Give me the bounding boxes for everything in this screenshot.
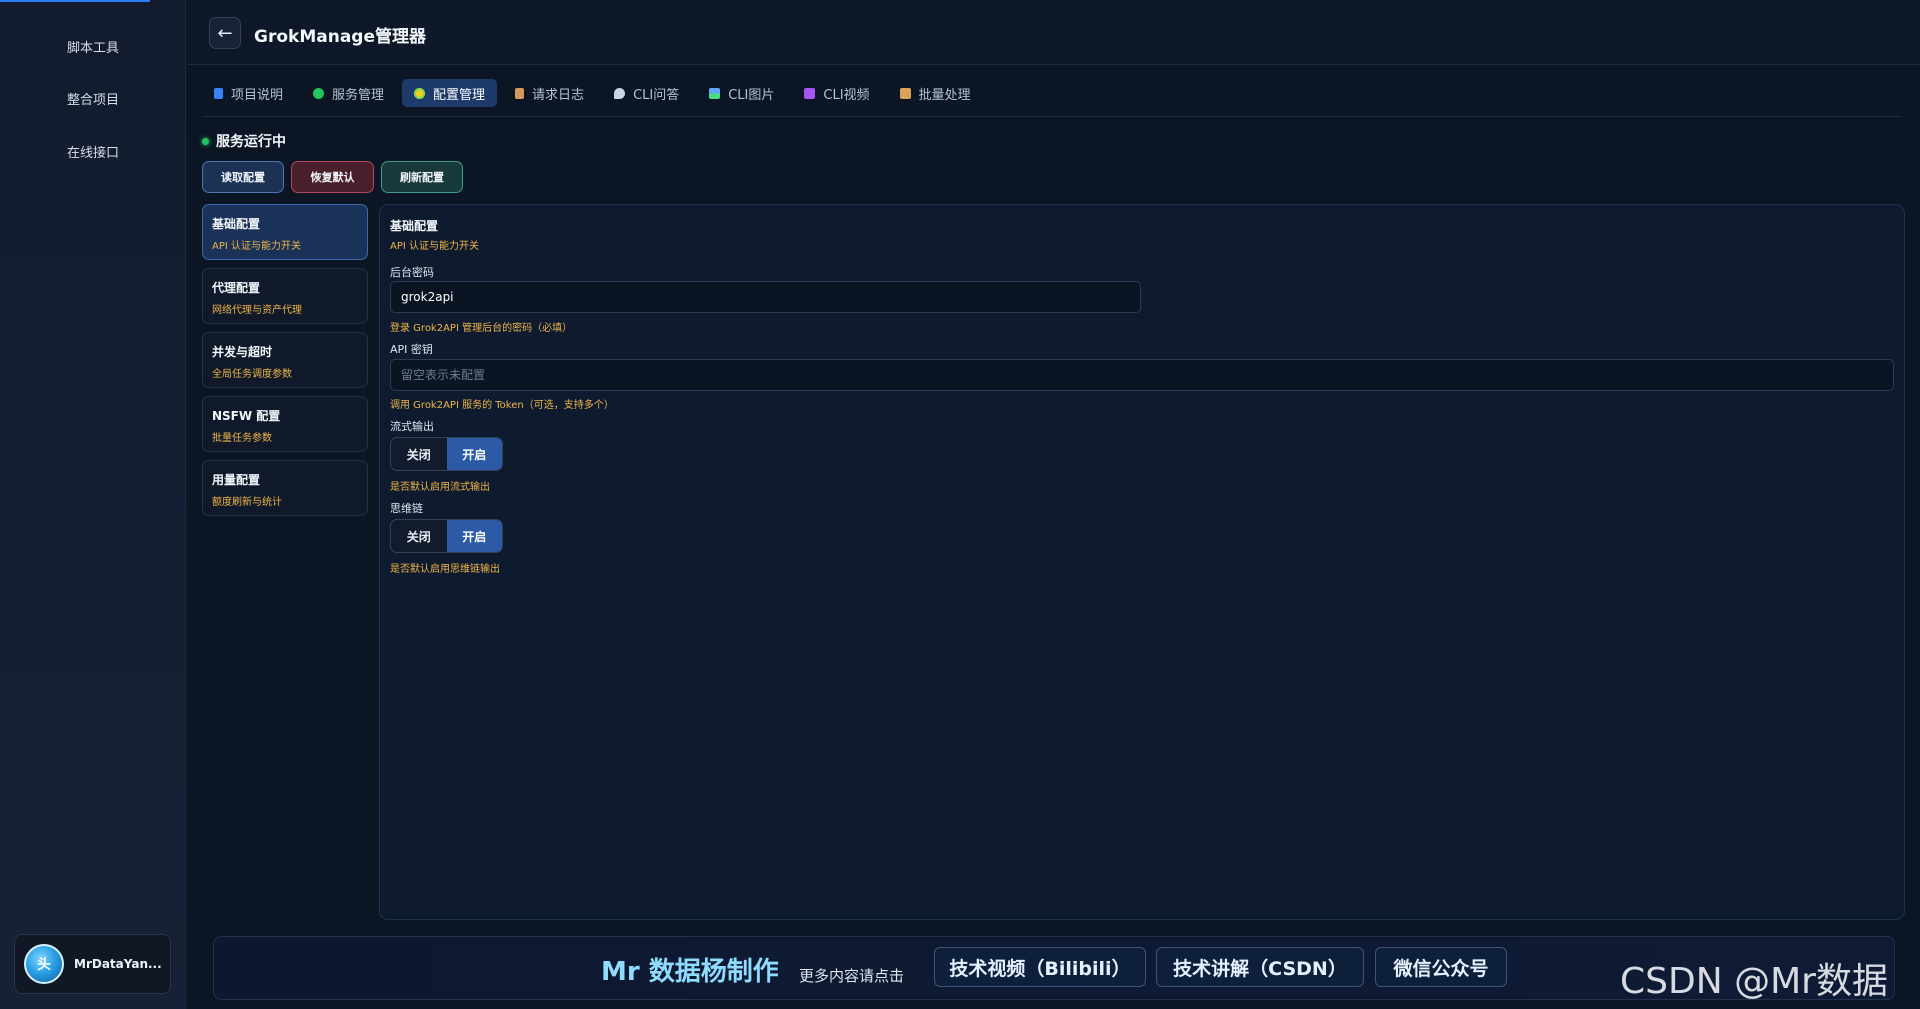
wechat-link-button[interactable]: 微信公众号 (1375, 947, 1507, 987)
avatar: 头 (24, 944, 64, 984)
tabs-divider (202, 116, 1902, 117)
config-nav-subtitle: 额度刷新与统计 (212, 497, 282, 508)
sidebar-accent-line (0, 0, 150, 2)
tab-label: CLI视频 (823, 87, 870, 103)
image-icon (709, 87, 721, 99)
panel-subtitle: API 认证与能力开关 (390, 241, 479, 252)
status-text: 服务运行中 (216, 134, 286, 150)
config-nav-nsfw[interactable]: NSFW 配置 批量任务参数 (202, 396, 368, 452)
stream-off-option[interactable]: 关闭 (391, 438, 447, 470)
tab-cli-qa[interactable]: CLI问答 (602, 79, 691, 107)
tab-label: 请求日志 (532, 87, 585, 103)
api-key-label: API 密钥 (390, 343, 433, 356)
service-status: 服务运行中 (202, 131, 286, 151)
config-nav-subtitle: API 认证与能力开关 (212, 241, 301, 252)
sidebar-item-script-tools[interactable]: 脚本工具 (0, 37, 186, 56)
tab-label: 配置管理 (433, 87, 486, 103)
tab-cli-video[interactable]: CLI视频 (792, 79, 881, 107)
book-icon (214, 87, 223, 99)
back-button[interactable]: ← (209, 17, 241, 49)
config-nav-subtitle: 网络代理与资产代理 (212, 305, 302, 316)
tab-bar: 项目说明 服务管理 配置管理 请求日志 CLI问答 CLI图片 CLI视频 批量… (202, 78, 989, 108)
csdn-link-button[interactable]: 技术讲解（CSDN） (1156, 947, 1364, 987)
thinking-toggle: 关闭 开启 (390, 519, 503, 553)
user-name: MrDataYan... (74, 957, 162, 971)
bilibili-link-button[interactable]: 技术视频（Bilibili） (934, 947, 1146, 987)
config-nav-title: 用量配置 (212, 473, 261, 487)
tab-project-intro[interactable]: 项目说明 (202, 79, 295, 107)
circle-icon (313, 87, 325, 99)
header: ← GrokManage管理器 (187, 0, 1920, 65)
config-nav-subtitle: 全局任务调度参数 (212, 369, 292, 380)
tab-batch-processing[interactable]: 批量处理 (888, 79, 983, 107)
tab-label: CLI图片 (728, 87, 775, 103)
api-key-hint: 调用 Grok2API 服务的 Token（可选，支持多个） (390, 400, 614, 411)
thinking-label: 思维链 (390, 502, 423, 515)
scroll-icon (515, 87, 525, 99)
status-dot-icon (202, 137, 209, 145)
gear-icon (414, 87, 426, 99)
arrow-left-icon: ← (217, 22, 233, 44)
user-card[interactable]: 头 MrDataYan... (14, 934, 171, 994)
api-key-field[interactable] (390, 359, 1894, 391)
config-nav-proxy[interactable]: 代理配置 网络代理与资产代理 (202, 268, 368, 324)
tab-config-management[interactable]: 配置管理 (402, 79, 498, 107)
thinking-hint: 是否默认启用思维链输出 (390, 564, 500, 575)
banner-title: Mr 数据杨制作 (601, 957, 779, 987)
tab-request-log[interactable]: 请求日志 (503, 79, 596, 107)
tab-label: 批量处理 (918, 87, 971, 103)
config-nav-title: 并发与超时 (212, 345, 273, 359)
tab-cli-image[interactable]: CLI图片 (697, 79, 786, 107)
tab-label: CLI问答 (633, 87, 680, 103)
panel-title: 基础配置 (390, 219, 439, 233)
config-nav-usage[interactable]: 用量配置 额度刷新与统计 (202, 460, 368, 516)
config-nav-title: 代理配置 (212, 281, 261, 295)
thinking-off-option[interactable]: 关闭 (391, 520, 447, 552)
film-icon (804, 87, 816, 99)
admin-password-label: 后台密码 (390, 266, 434, 279)
sidebar: 脚本工具 整合项目 在线接口 头 MrDataYan... (0, 0, 186, 1009)
page-title: GrokManage管理器 (254, 27, 426, 47)
config-nav-title: 基础配置 (212, 217, 261, 231)
chat-bubble-icon (614, 87, 626, 99)
refresh-config-button[interactable]: 刷新配置 (381, 161, 463, 193)
read-config-button[interactable]: 读取配置 (202, 161, 284, 193)
banner-more-text: 更多内容请点击 (799, 967, 905, 985)
tab-service-management[interactable]: 服务管理 (301, 79, 396, 107)
reset-default-button[interactable]: 恢复默认 (291, 161, 374, 193)
config-panel: 基础配置 API 认证与能力开关 后台密码 登录 Grok2API 管理后台的密… (379, 204, 1905, 920)
thinking-on-option[interactable]: 开启 (446, 520, 502, 552)
stream-hint: 是否默认启用流式输出 (390, 482, 490, 493)
watermark: CSDN @Mr数据杨 (1620, 961, 1888, 1002)
stream-on-option[interactable]: 开启 (446, 438, 502, 470)
tab-label: 项目说明 (231, 87, 284, 103)
sidebar-item-integrated-projects[interactable]: 整合项目 (0, 89, 186, 108)
config-nav-basic[interactable]: 基础配置 API 认证与能力开关 (202, 204, 368, 260)
config-nav-title: NSFW 配置 (212, 409, 281, 423)
config-nav-subtitle: 批量任务参数 (212, 433, 272, 444)
stream-label: 流式输出 (390, 420, 434, 433)
config-nav-concurrency[interactable]: 并发与超时 全局任务调度参数 (202, 332, 368, 388)
admin-password-hint: 登录 Grok2API 管理后台的密码（必填） (390, 323, 573, 334)
package-icon (899, 87, 911, 99)
stream-toggle: 关闭 开启 (390, 437, 503, 471)
sidebar-item-online-api[interactable]: 在线接口 (0, 142, 186, 161)
tab-label: 服务管理 (332, 87, 385, 103)
admin-password-field[interactable] (390, 281, 1141, 313)
